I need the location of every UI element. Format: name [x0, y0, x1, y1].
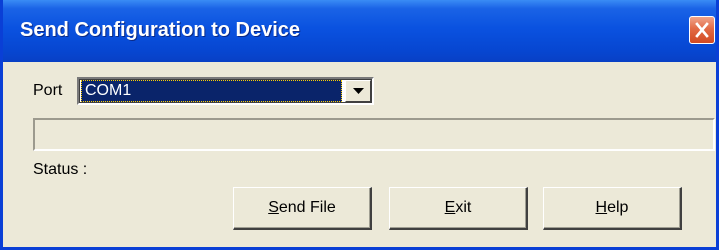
send-file-button[interactable]: Send File	[233, 187, 372, 230]
title-bar[interactable]: Send Configuration to Device	[3, 0, 716, 62]
exit-button[interactable]: Exit	[389, 187, 528, 230]
close-icon	[695, 22, 709, 38]
close-button[interactable]	[689, 16, 715, 44]
port-select-value[interactable]: COM1	[81, 80, 342, 102]
help-button[interactable]: Help	[543, 187, 682, 230]
window-title: Send Configuration to Device	[20, 19, 301, 41]
progress-bar	[33, 118, 715, 151]
send-configuration-dialog: Send Configuration to Device Port COM1 S…	[0, 0, 719, 250]
chevron-down-icon	[353, 88, 364, 94]
port-select[interactable]: COM1	[77, 77, 374, 105]
exit-button-label: Exit	[444, 199, 472, 216]
help-button-label: Help	[595, 199, 629, 216]
port-dropdown-button[interactable]	[345, 80, 371, 102]
send-file-button-label: Send File	[268, 199, 336, 216]
port-label: Port	[33, 82, 63, 99]
status-label: Status :	[33, 161, 88, 178]
dialog-content: Port COM1 Status : Send File Exit Help	[3, 62, 716, 247]
